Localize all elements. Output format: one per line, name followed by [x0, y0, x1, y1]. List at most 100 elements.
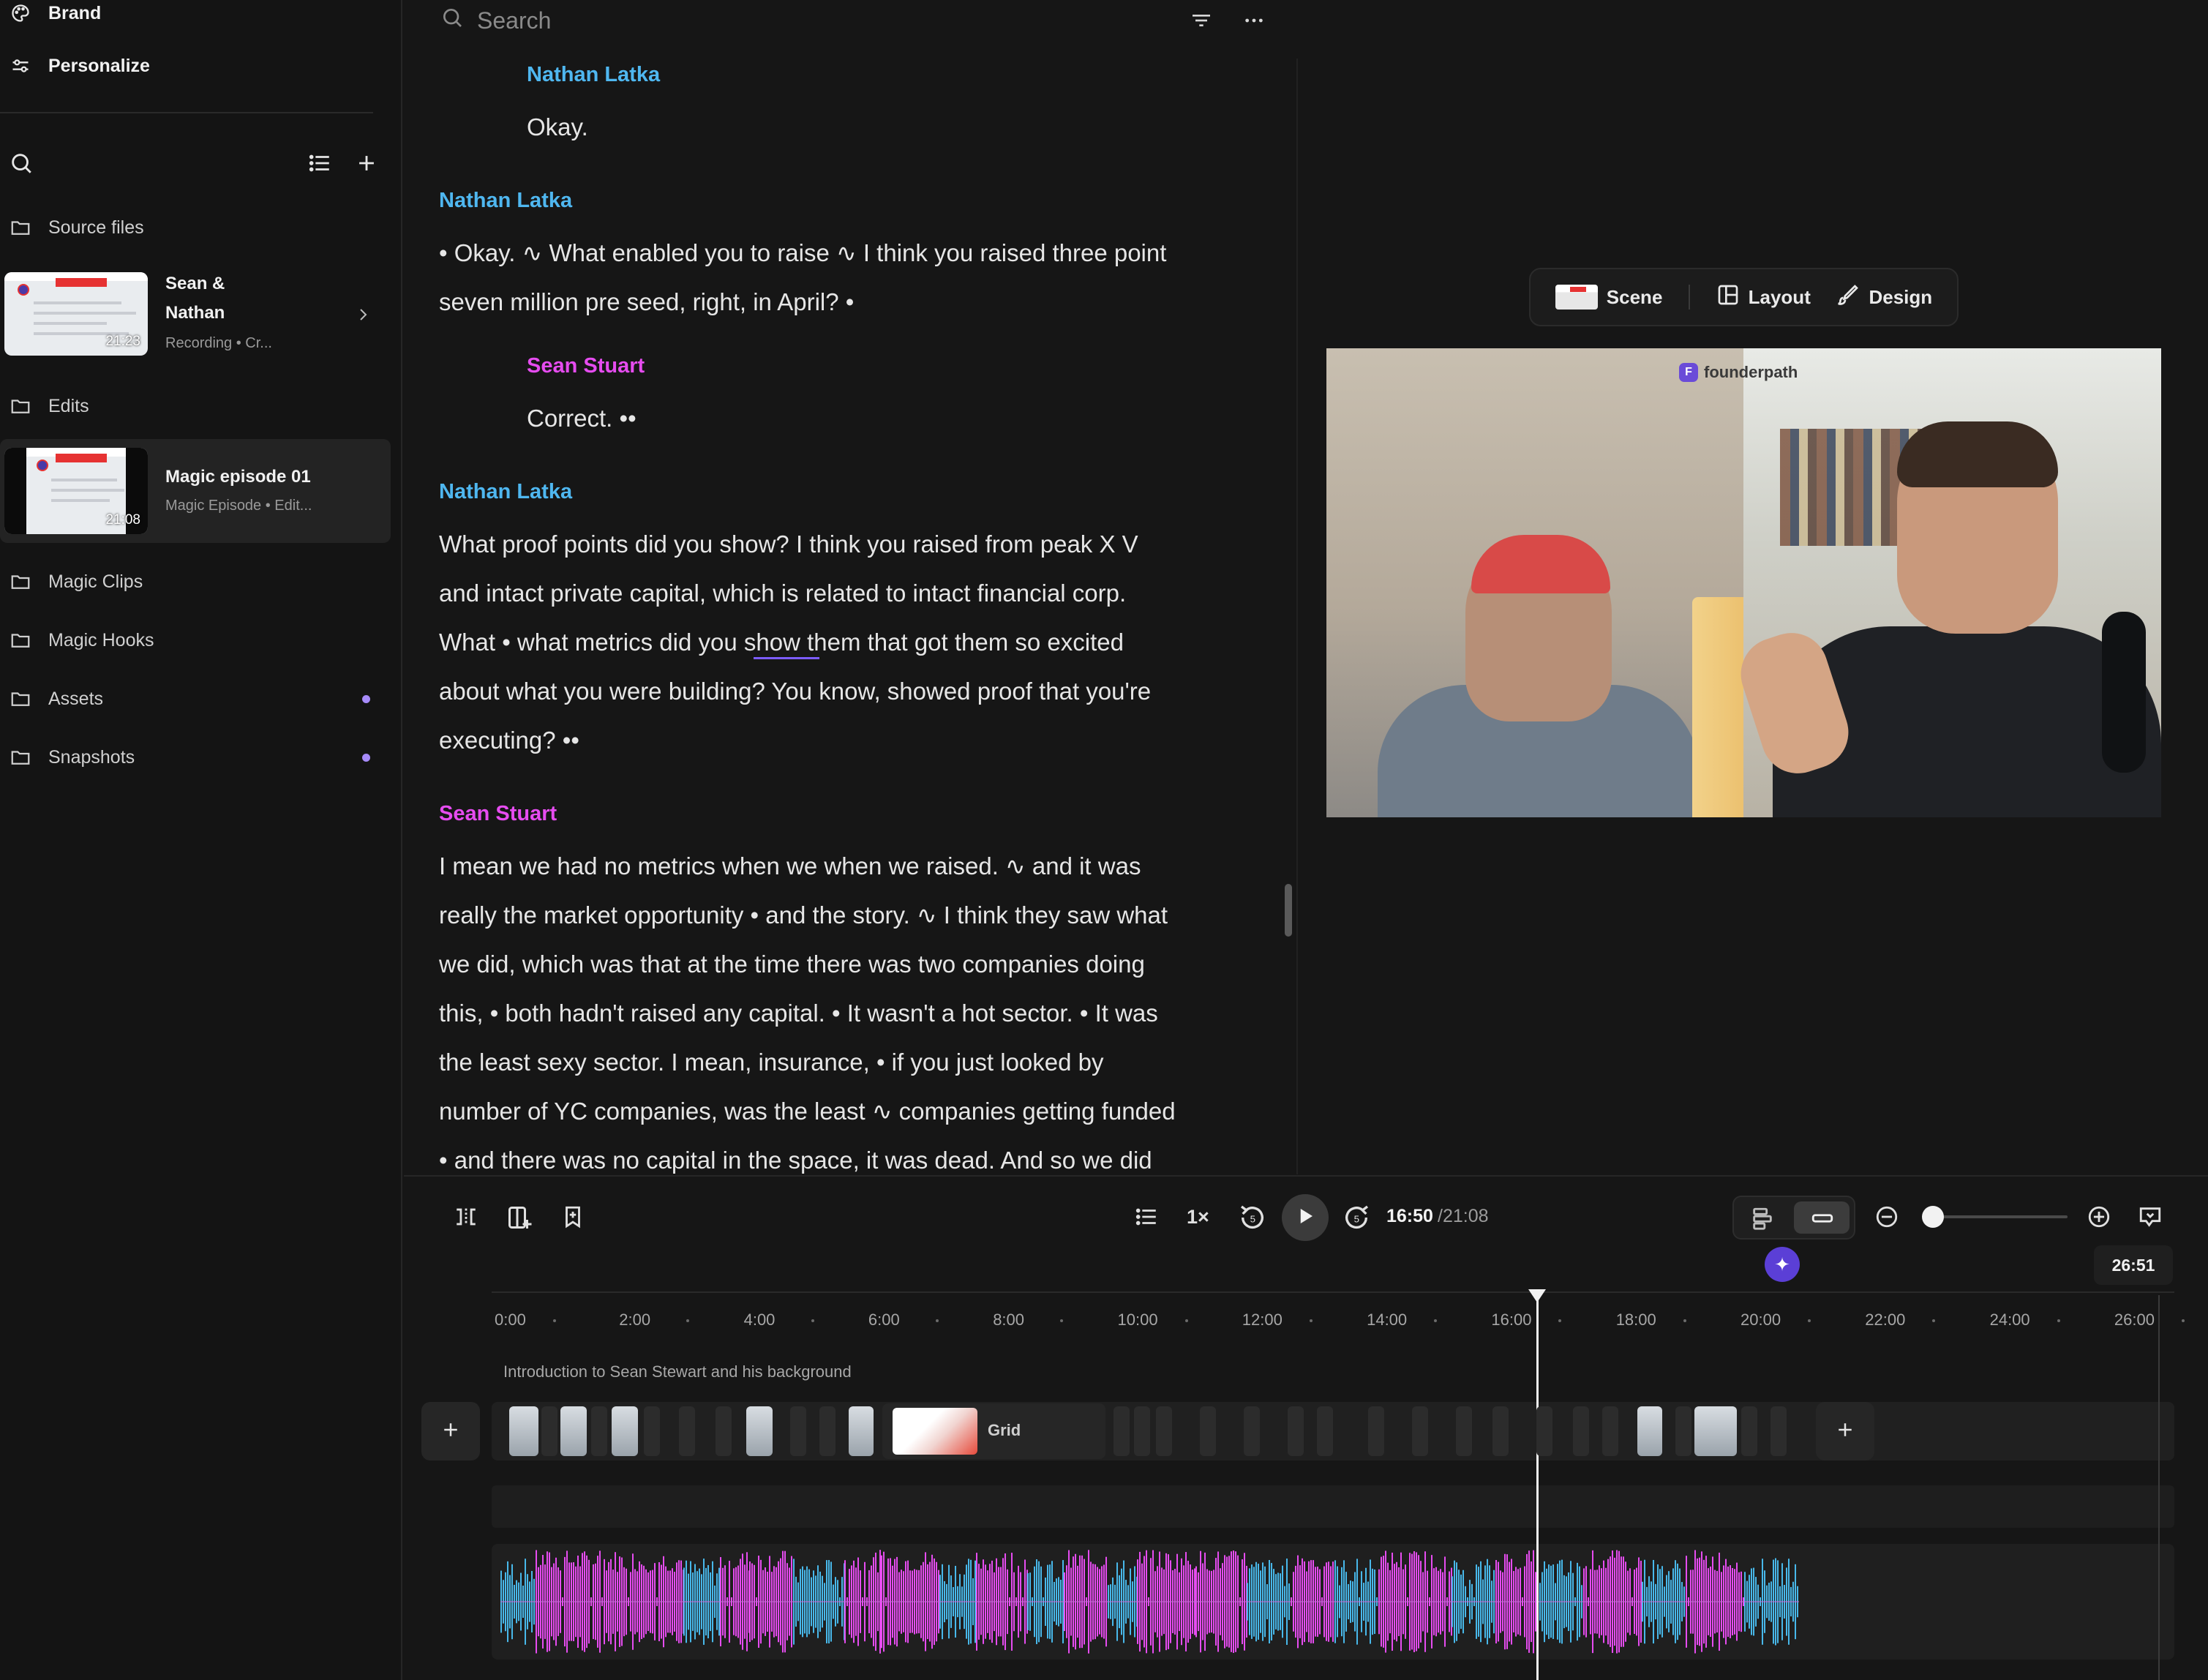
scene-track[interactable]	[492, 1402, 2174, 1460]
speaker-name[interactable]: Nathan Latka	[527, 63, 660, 87]
transcript-paragraph[interactable]: What proof points did you show? I think …	[439, 520, 1151, 765]
scene-clip-gap[interactable]	[1573, 1406, 1589, 1456]
add-icon[interactable]	[354, 151, 379, 179]
transcript-paragraph[interactable]: I mean we had no metrics when we when we…	[439, 841, 1176, 1185]
scene-clip[interactable]	[849, 1406, 874, 1456]
forward-5-icon[interactable]: 5	[1342, 1203, 1371, 1232]
ai-sparkle-button[interactable]: ✦	[1765, 1247, 1800, 1282]
chapter-title[interactable]: Introduction to Sean Stewart and his bac…	[503, 1362, 852, 1381]
transcript-paragraph[interactable]: Okay.	[527, 102, 588, 151]
video-preview[interactable]: F founderpath	[1326, 348, 2161, 817]
layout-button[interactable]: Layout	[1716, 283, 1811, 312]
trim-icon[interactable]	[454, 1204, 478, 1229]
scene-clip-gap[interactable]	[1114, 1406, 1130, 1456]
speaker-name[interactable]: Sean Stuart	[527, 354, 645, 378]
scene-clip[interactable]	[612, 1406, 638, 1456]
filter-icon[interactable]	[1190, 9, 1213, 36]
search-icon[interactable]	[9, 151, 34, 179]
transcript-line: seven million pre seed, right, in April?…	[439, 288, 855, 315]
transcript-paragraph[interactable]: Correct. ••	[527, 394, 637, 443]
scene-clip-gap[interactable]	[1770, 1406, 1787, 1456]
transcript-scrollbar[interactable]	[1285, 884, 1292, 937]
scene-clip-gap[interactable]	[1244, 1406, 1260, 1456]
scene-clip-gap[interactable]	[1456, 1406, 1472, 1456]
scene-clip-gap[interactable]	[1288, 1406, 1304, 1456]
scene-clip-gap[interactable]	[1200, 1406, 1216, 1456]
speaker-name[interactable]: Sean Stuart	[439, 802, 557, 826]
stacked-tracks-icon[interactable]	[1750, 1206, 1775, 1234]
scene-clip-gap[interactable]	[716, 1406, 732, 1456]
edit-item-selected[interactable]: 21:08 Magic episode 01 Magic Episode • E…	[0, 439, 391, 543]
scene-clip-gap[interactable]	[1156, 1406, 1172, 1456]
playhead-handle[interactable]	[1528, 1289, 1546, 1302]
folder-magic-hooks[interactable]: Magic Hooks	[0, 626, 401, 655]
scene-clip[interactable]	[509, 1406, 538, 1456]
zoom-slider-handle[interactable]	[1922, 1206, 1944, 1228]
scene-clip-gap[interactable]	[644, 1406, 660, 1456]
edit-thumbnail: 21:08	[4, 448, 148, 534]
speaker-name[interactable]: Nathan Latka	[439, 480, 572, 504]
more-options-icon[interactable]	[1242, 9, 1266, 36]
scene-clip-gap[interactable]	[1536, 1406, 1552, 1456]
scene-clip[interactable]	[1637, 1406, 1662, 1456]
scene-clip-gap[interactable]	[1412, 1406, 1428, 1456]
scene-clip-gap[interactable]	[1492, 1406, 1509, 1456]
folder-magic-clips[interactable]: Magic Clips	[0, 567, 401, 596]
source-file-item[interactable]: 21:23 Sean & Nathan Recording • Cr...	[0, 269, 391, 360]
add-scene-before-button[interactable]	[421, 1402, 480, 1460]
chevron-right-icon[interactable]	[354, 304, 372, 329]
folder-edits[interactable]: Edits	[0, 391, 401, 421]
chapters-list-icon[interactable]	[1134, 1204, 1159, 1229]
track-view-toggle[interactable]	[1732, 1196, 1855, 1240]
sidebar-item-personalize[interactable]: Personalize	[0, 51, 401, 80]
transcript-search[interactable]: Search	[440, 6, 551, 35]
scene-clip-gap[interactable]	[679, 1406, 695, 1456]
scene-clip-gap[interactable]	[1134, 1406, 1150, 1456]
timeline-ruler[interactable]	[492, 1291, 2174, 1293]
scene-clip-gap[interactable]	[1602, 1406, 1618, 1456]
timeline-tick-label: 10:00	[1117, 1310, 1158, 1329]
add-scene-after-button[interactable]	[1816, 1402, 1874, 1460]
scene-clip-gap[interactable]	[1368, 1406, 1384, 1456]
scene-clip[interactable]	[560, 1406, 587, 1456]
scene-clip-gap[interactable]	[541, 1406, 557, 1456]
playhead[interactable]	[1536, 1297, 1539, 1680]
overlay-track[interactable]	[492, 1485, 2174, 1528]
speaker-name[interactable]: Nathan Latka	[439, 189, 572, 213]
design-button[interactable]: Design	[1836, 283, 1932, 312]
comment-icon[interactable]	[2138, 1204, 2163, 1229]
scene-clip-gap[interactable]	[1317, 1406, 1333, 1456]
zoom-out-icon[interactable]	[1874, 1204, 1899, 1229]
transcript-line: number of YC companies, was the least ∿ …	[439, 1098, 1176, 1125]
source-item-title-line2: Nathan	[165, 303, 225, 323]
sidebar-item-brand[interactable]: Brand	[0, 0, 401, 28]
scene-clip-gap[interactable]	[790, 1406, 806, 1456]
transcript-panel: Search Nathan Latka Okay. Nathan Latka •…	[404, 0, 1296, 1174]
zoom-slider-track[interactable]	[1933, 1215, 2068, 1218]
search-input[interactable]: Search	[477, 7, 551, 34]
timeline-tick-label: 24:00	[1989, 1310, 2030, 1329]
folder-source-files[interactable]: Source files	[0, 213, 401, 242]
split-add-icon[interactable]	[506, 1204, 533, 1231]
transcript-line: I mean we had no metrics when we when we…	[439, 852, 1141, 880]
rewind-5-icon[interactable]: 5	[1238, 1203, 1267, 1232]
scene-clip-gap[interactable]	[591, 1406, 607, 1456]
transcript-paragraph[interactable]: • Okay. ∿ What enabled you to raise ∿ I …	[439, 228, 1166, 326]
zoom-in-icon[interactable]	[2087, 1204, 2111, 1229]
scene-button[interactable]: Scene	[1555, 285, 1662, 310]
folder-assets[interactable]: Assets	[0, 684, 401, 713]
timeline-tick-dot	[1309, 1319, 1313, 1322]
playback-speed-button[interactable]: 1×	[1187, 1206, 1209, 1229]
transcript-line: this, • both hadn't raised any capital. …	[439, 1000, 1158, 1027]
folder-snapshots[interactable]: Snapshots	[0, 743, 401, 772]
scene-clip[interactable]	[746, 1406, 773, 1456]
list-view-icon[interactable]	[307, 151, 332, 179]
bookmark-add-icon[interactable]	[560, 1204, 585, 1229]
scene-clip-gap[interactable]	[819, 1406, 835, 1456]
play-button[interactable]	[1282, 1194, 1329, 1241]
palette-icon	[9, 1, 32, 25]
scene-clip-gap[interactable]	[1741, 1406, 1757, 1456]
scene-clip-gap[interactable]	[1675, 1406, 1691, 1456]
timeline-tick-dot	[1558, 1319, 1562, 1322]
scene-clip[interactable]	[1694, 1406, 1737, 1456]
